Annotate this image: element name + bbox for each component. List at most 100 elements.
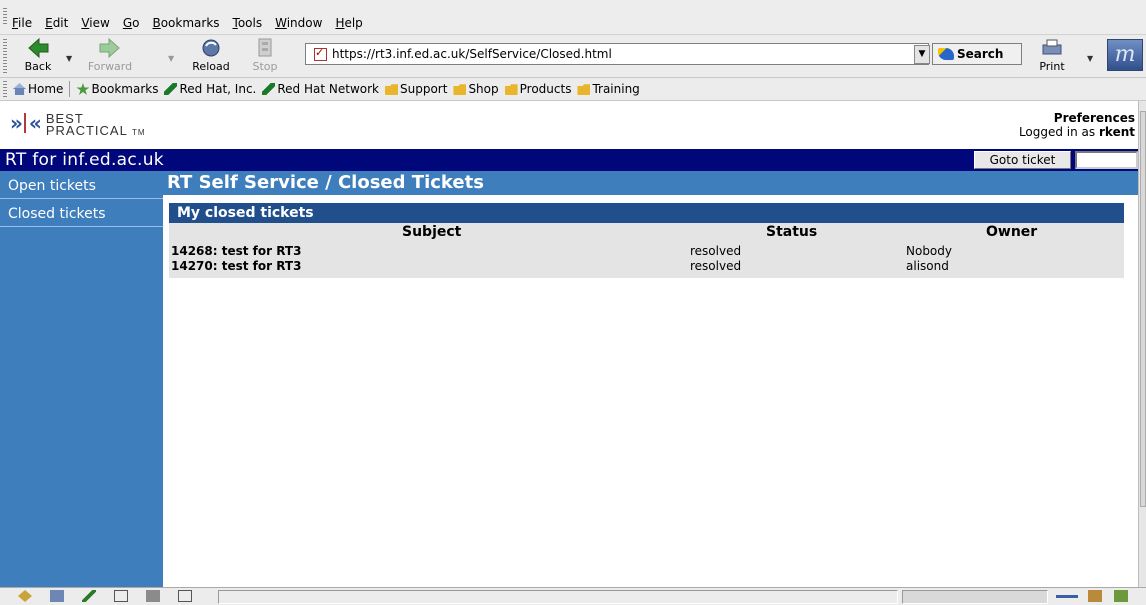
search-label: Search — [957, 47, 1004, 61]
bookmark-label: Shop — [468, 82, 499, 96]
sidebar: Open tickets Closed tickets — [0, 171, 163, 587]
sidebar-item-open-tickets[interactable]: Open tickets — [0, 173, 163, 199]
column-header-status[interactable]: Status — [766, 224, 817, 240]
menu-mnemonic: B — [152, 16, 161, 30]
reload-icon — [198, 37, 224, 59]
ticket-status: resolved — [690, 244, 742, 258]
navigator-icon[interactable] — [18, 590, 32, 602]
forward-dropdown-icon[interactable]: ▼ — [168, 54, 174, 63]
logged-in-text: Logged in as rkent — [1019, 125, 1135, 139]
scrollbar-thumb[interactable] — [1140, 111, 1146, 507]
back-dropdown-icon[interactable]: ▼ — [66, 54, 72, 63]
bookmark-label: Home — [28, 82, 64, 96]
address-bar[interactable]: https://rt3.inf.ed.ac.uk/SelfService/Clo… — [305, 43, 929, 65]
menu-edit[interactable]: Edit — [45, 16, 68, 30]
goto-ticket-input[interactable] — [1075, 151, 1138, 169]
bookmark-training[interactable]: Training — [577, 82, 640, 96]
printer-icon — [1039, 37, 1065, 59]
bookmark-home[interactable]: Home — [13, 82, 63, 96]
best-practical-logo: » « BEST PRACTICAL TM — [10, 112, 146, 139]
bookmark-bookmarks[interactable]: Bookmarks — [76, 82, 158, 96]
cookie-icon[interactable] — [1088, 590, 1102, 602]
bookmark-shop[interactable]: Shop — [453, 82, 499, 96]
online-status-icon[interactable] — [1056, 590, 1078, 602]
reload-button[interactable]: Reload — [186, 37, 236, 75]
menu-items: File Edit View Go Bookmarks Tools Window Help — [12, 16, 376, 30]
menu-mnemonic: E — [45, 16, 53, 30]
search-button[interactable]: Search — [932, 43, 1022, 65]
logo-trademark: TM — [131, 128, 146, 137]
user-panel: Preferences Logged in as rkent — [1019, 111, 1135, 139]
mail-icon[interactable] — [50, 590, 64, 602]
ticket-subject-link[interactable]: 14268: test for RT3 — [171, 244, 301, 258]
toolbar-grip[interactable] — [3, 39, 7, 73]
stop-label: Stop — [252, 60, 278, 73]
menu-label-rest: dit — [52, 16, 69, 30]
rt-header: » « BEST PRACTICAL TM Preferences Logged … — [0, 101, 1138, 149]
menu-bookmarks[interactable]: Bookmarks — [152, 16, 219, 30]
logged-in-prefix: Logged in as — [1018, 125, 1096, 139]
menu-label-rest: ookmarks — [160, 16, 220, 30]
security-lock-icon — [314, 46, 327, 61]
bookmark-label: Red Hat Network — [277, 82, 379, 96]
menu-mnemonic: G — [122, 16, 133, 30]
bookmark-red-hat-network[interactable]: Red Hat Network — [262, 82, 379, 96]
chat-icon[interactable] — [146, 590, 160, 602]
menu-view[interactable]: View — [81, 16, 109, 30]
navigation-toolbar: Back ▼ Forward ▼ Reload Stop https://rt3… — [0, 35, 1146, 78]
logo-line2: PRACTICAL — [45, 123, 128, 138]
bookmark-label: Bookmarks — [91, 82, 159, 96]
address-book-icon[interactable] — [114, 590, 128, 602]
folder-icon — [504, 84, 518, 95]
bookmark-products[interactable]: Products — [504, 82, 572, 96]
folder-icon — [453, 84, 467, 95]
ticket-owner: alisond — [906, 259, 949, 273]
menu-help[interactable]: Help — [335, 16, 362, 30]
toolbar-grip[interactable] — [3, 81, 7, 97]
folder-icon — [385, 84, 398, 95]
folder-icon — [577, 84, 591, 95]
table-row: 14270: test for RT3 resolved alisond — [169, 259, 1124, 274]
vertical-scrollbar[interactable] — [1138, 101, 1146, 587]
bookmark-red-hat-inc[interactable]: Red Hat, Inc. — [164, 82, 256, 96]
reload-label: Reload — [192, 60, 230, 73]
forward-button[interactable]: Forward — [80, 37, 140, 75]
menu-label-rest: ools — [237, 16, 263, 30]
goto-ticket-button[interactable]: Goto ticket — [974, 151, 1071, 169]
sidebar-item-closed-tickets[interactable]: Closed tickets — [0, 201, 163, 227]
forward-label: Forward — [87, 60, 133, 73]
menu-mnemonic: W — [275, 16, 287, 30]
status-bar — [0, 587, 1146, 605]
bookmark-label: Products — [519, 82, 572, 96]
history-dropdown-icon[interactable]: ▼ — [914, 45, 930, 64]
ticket-subject-link[interactable]: 14270: test for RT3 — [171, 259, 301, 273]
back-label: Back — [24, 60, 52, 73]
menu-tools[interactable]: Tools — [233, 16, 263, 30]
search-icon — [938, 48, 954, 60]
back-button[interactable]: Back — [18, 37, 58, 75]
ticket-status: resolved — [690, 259, 742, 273]
stop-button[interactable]: Stop — [246, 37, 284, 75]
menu-window[interactable]: Window — [275, 16, 322, 30]
column-header-owner[interactable]: Owner — [986, 224, 1037, 240]
bookmarks-icon — [76, 83, 90, 95]
menu-label-rest: ile — [18, 16, 33, 30]
mozilla-throbber-icon[interactable]: m — [1107, 39, 1143, 71]
menu-label-rest: elp — [344, 16, 363, 30]
security-icon[interactable] — [1114, 590, 1128, 602]
toolbar-grip[interactable] — [3, 8, 7, 26]
irc-icon[interactable] — [178, 590, 192, 602]
composer-icon[interactable] — [82, 590, 96, 602]
print-button[interactable]: Print — [1032, 37, 1072, 75]
forward-arrow-icon — [97, 37, 123, 59]
column-header-subject[interactable]: Subject — [402, 224, 461, 240]
menu-go[interactable]: Go — [123, 16, 140, 30]
bookmark-label: Support — [400, 82, 448, 96]
bookmark-support[interactable]: Support — [385, 82, 447, 96]
site-title: RT for inf.ed.ac.uk — [5, 150, 164, 170]
print-dropdown-icon[interactable]: ▼ — [1087, 54, 1093, 63]
table-row: 14268: test for RT3 resolved Nobody — [169, 244, 1124, 259]
menu-file[interactable]: File — [12, 16, 32, 30]
preferences-link[interactable]: Preferences — [1019, 111, 1135, 125]
logo-text: BEST PRACTICAL TM — [45, 112, 146, 139]
